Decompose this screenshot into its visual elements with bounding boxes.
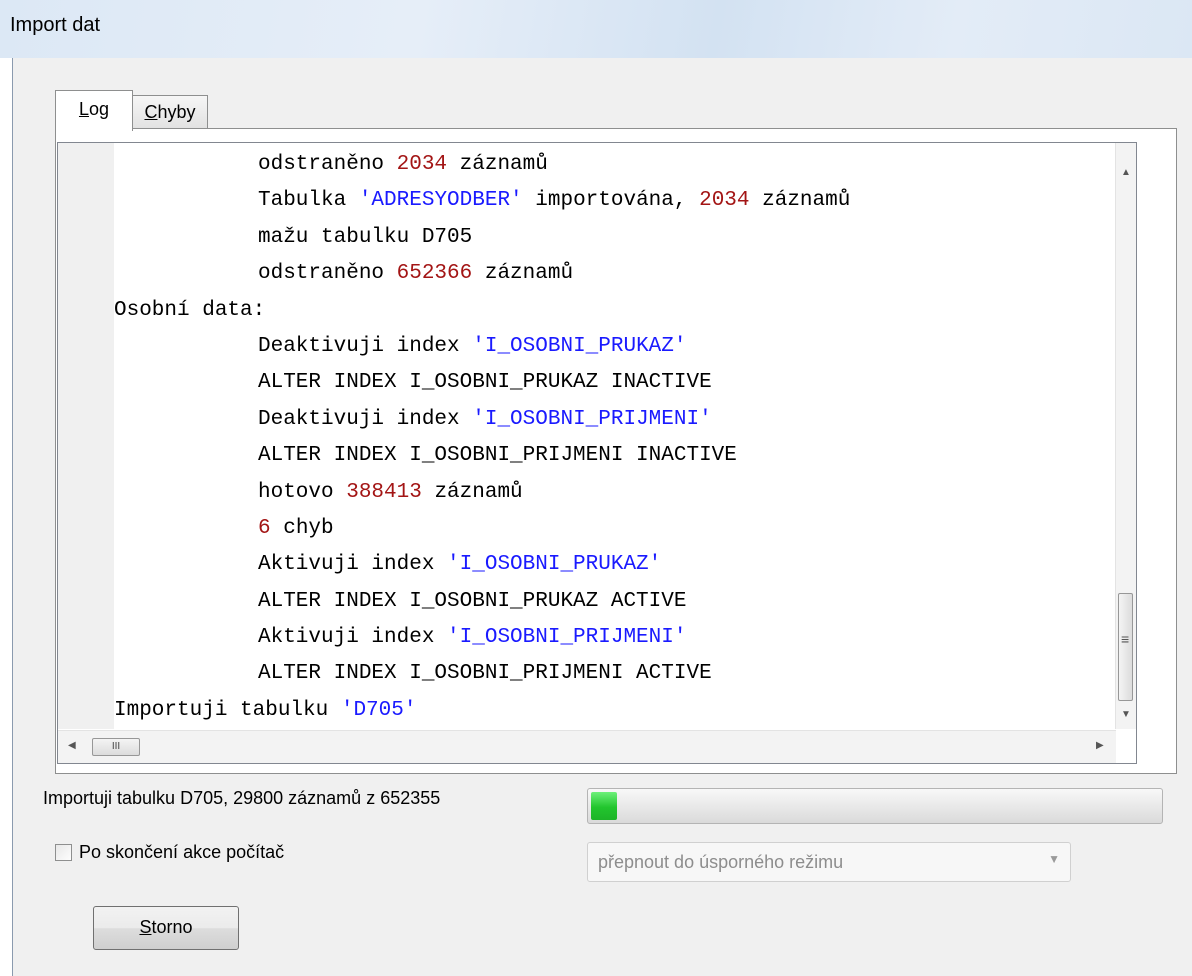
log-line: Osobní data: [114,293,1116,329]
shutdown-checkbox-label[interactable]: Po skončení akce počítač [79,842,284,863]
log-token-txt: odstraněno [258,153,397,176]
scroll-left-arrow-icon[interactable]: ◀ [68,740,76,751]
thumb-grip-icon: III [111,741,121,752]
log-token-str: 'I_OSOBNI_PRUKAZ' [472,334,687,358]
log-token-str: 'I_OSOBNI_PRIJMENI' [472,407,712,431]
tab-log-label: Log [78,99,110,119]
log-token-txt: ALTER INDEX I_OSOBNI_PRUKAZ ACTIVE [258,589,687,613]
log-token-num: 652366 [396,262,473,286]
log-token-num: 2034 [699,189,750,213]
log-token-txt: importována, [522,189,700,213]
log-line: hotovo 388413 záznamů [114,475,1116,511]
log-token-txt: ALTER INDEX I_OSOBNI_PRUKAZ INACTIVE [258,371,712,395]
tab-chyby[interactable]: Chyby [132,95,208,128]
tab-log[interactable]: Log [55,90,133,131]
progress-fill [591,792,617,820]
log-line: Tabulka 'ADRESYODBER' importována, 2034 … [114,183,1116,219]
log-view[interactable]: odstraněno 2034 záznamů Tabulka 'ADRESYOD… [57,142,1137,764]
vertical-scroll-thumb[interactable]: ≡ [1118,593,1133,701]
horizontal-scroll-thumb[interactable]: III [92,738,140,756]
import-dialog: Log Chyby odstraněno 2034 záznamů Tabulka… [12,58,1192,976]
log-token-num: 2034 [396,153,448,176]
log-token-txt: záznamů [421,480,523,504]
import-progress-bar [587,788,1163,824]
log-token-txt: Aktivuji index [258,553,448,577]
log-line: ALTER INDEX I_OSOBNI_PRIJMENI INACTIVE [114,438,1116,474]
log-line: Deaktivuji index 'I_OSOBNI_PRIJMENI' [114,402,1116,438]
log-line: ALTER INDEX I_OSOBNI_PRIJMENI ACTIVE [114,656,1116,692]
log-token-txt: Deaktivuji index [258,407,473,431]
log-token-str: 'I_OSOBNI_PRUKAZ' [447,553,662,577]
log-token-txt: Importuji tabulku [114,698,341,722]
shutdown-checkbox[interactable] [55,844,72,861]
tab-chyby-label: Chyby [144,102,196,122]
log-line: Aktivuji index 'I_OSOBNI_PRIJMENI' [114,620,1116,656]
log-token-txt: hotovo [258,480,347,504]
log-line: Importuji tabulku 'D705' [114,693,1116,729]
cancel-button[interactable]: Storno [93,906,239,950]
log-token-txt: záznamů [749,189,851,213]
import-status-text: Importuji tabulku D705, 29800 záznamů z … [43,788,441,808]
shutdown-action-select[interactable]: přepnout do úsporného režimu ▼ [587,842,1071,882]
horizontal-scrollbar[interactable]: ◀ III ▶ [58,730,1116,763]
log-line: odstraněno 652366 záznamů [114,256,1116,292]
scroll-down-arrow-icon[interactable]: ▼ [1121,709,1131,720]
log-line: ALTER INDEX I_OSOBNI_PRUKAZ ACTIVE [114,584,1116,620]
log-line: odstraněno 2034 záznamů [114,147,1116,183]
log-token-num: 6 [258,516,271,540]
log-token-txt: ALTER INDEX I_OSOBNI_PRIJMENI ACTIVE [258,662,712,686]
log-line: Deaktivuji index 'I_OSOBNI_PRUKAZ' [114,329,1116,365]
log-token-txt: Osobní data: [114,298,266,322]
window-title: Import dat [10,14,101,36]
log-token-txt: chyb [270,516,334,540]
log-line: ALTER INDEX I_OSOBNI_PRUKAZ INACTIVE [114,365,1116,401]
log-token-txt: Deaktivuji index [258,334,473,358]
log-line: mažu tabulku D705 [114,220,1116,256]
scroll-right-arrow-icon[interactable]: ▶ [1096,740,1104,751]
log-token-txt: záznamů [472,262,574,286]
title-bar[interactable]: Import dat [0,0,1192,58]
log-token-str: 'ADRESYODBER' [358,189,523,213]
log-token-txt: odstraněno [258,262,397,286]
log-token-txt: Tabulka [258,189,359,213]
log-token-txt: mažu tabulku D705 [258,225,473,249]
shutdown-action-value: přepnout do úsporného režimu [598,852,844,872]
log-line: 6 chyb [114,511,1116,547]
log-lines: odstraněno 2034 záznamů Tabulka 'ADRESYOD… [114,147,1116,729]
log-line: Aktivuji index 'I_OSOBNI_PRUKAZ' [114,547,1116,583]
log-token-txt: ALTER INDEX I_OSOBNI_PRIJMENI INACTIVE [258,444,737,468]
log-token-num: 388413 [346,480,422,504]
thumb-grip-icon: ≡ [1121,631,1130,647]
log-token-str: 'I_OSOBNI_PRIJMENI' [447,626,687,650]
chevron-down-icon: ▼ [1048,852,1060,866]
log-token-str: 'D705' [340,698,417,722]
vertical-scrollbar[interactable]: ▲ ≡ ▼ [1115,143,1136,729]
log-token-txt: Aktivuji index [258,626,448,650]
log-gutter [58,143,114,729]
log-token-txt: záznamů [447,153,548,176]
scroll-up-arrow-icon[interactable]: ▲ [1121,167,1131,178]
